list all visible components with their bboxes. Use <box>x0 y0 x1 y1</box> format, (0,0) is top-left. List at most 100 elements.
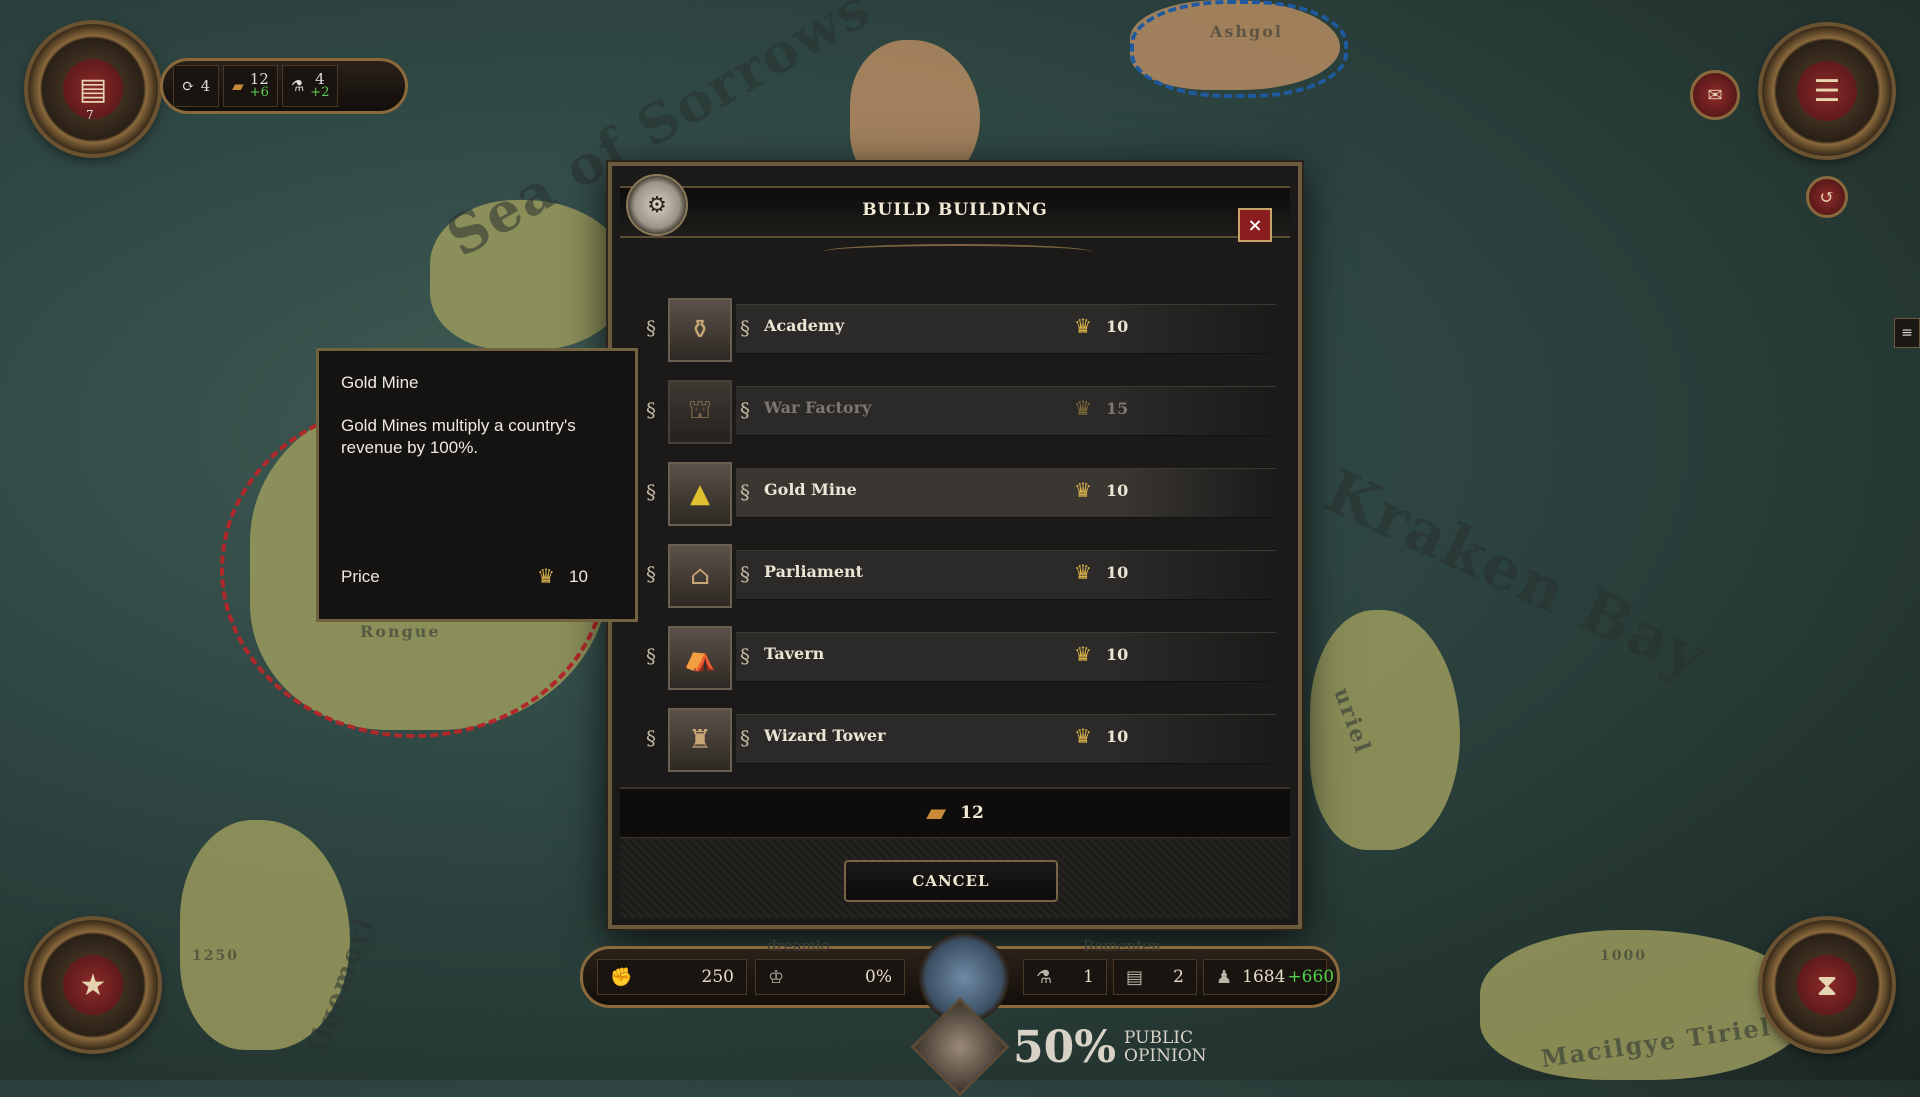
map-label-ashgol: Ashgol <box>1210 22 1283 41</box>
building-name: War Factory <box>764 398 872 417</box>
objectives-button[interactable]: ★ <box>28 920 158 1050</box>
tax-value: 0% <box>865 967 892 987</box>
potion-stat[interactable]: ⚗ 1 <box>1023 959 1107 995</box>
army-value: 250 <box>701 967 734 987</box>
cards-count: 7 <box>86 108 94 122</box>
potion-icon: ⚗ <box>1036 966 1053 988</box>
building-price: 15 <box>1106 399 1129 418</box>
chain-icon: § <box>646 726 656 750</box>
building-name: Gold Mine <box>764 480 857 499</box>
potion-value: 1 <box>1083 967 1094 987</box>
hud-right-label: Romenten <box>1083 937 1161 955</box>
public-opinion-label-1: PUBLIC <box>1124 1028 1194 1048</box>
chain-icon: § <box>740 562 750 586</box>
tavern-icon: ⛺ <box>668 626 732 690</box>
army-stat[interactable]: ✊ 250 <box>597 959 747 995</box>
potion-value: 4 <box>315 70 325 88</box>
cards-stat[interactable]: ▤ 2 <box>1113 959 1197 995</box>
treasury-amount: 12 <box>960 803 984 823</box>
tooltip-price-label: Price <box>341 567 380 586</box>
tooltip-description: Gold Mines multiply a country's revenue … <box>341 416 576 457</box>
tooltip-title: Gold Mine <box>341 373 419 392</box>
treasure-chest-icon: ▰ <box>926 798 947 828</box>
chain-icon: § <box>646 562 656 586</box>
gold-coins-icon: ♛ <box>1074 314 1092 338</box>
menu-scroll-icon: ☰ <box>1797 61 1857 121</box>
turn-counter: ⟳ 4 <box>173 65 220 107</box>
map-land-east <box>1310 610 1460 850</box>
side-list-tab[interactable]: ≡ <box>1894 318 1920 348</box>
building-price: 10 <box>1106 727 1129 746</box>
building-price: 10 <box>1106 317 1129 336</box>
list-icon: ≡ <box>1901 325 1913 341</box>
building-row-tavern[interactable]: § ⛺ § Tavern ♛ 10 <box>640 618 1280 700</box>
gold-coins-icon: ♛ <box>1074 560 1092 584</box>
tooltip-price: 10 <box>569 567 588 586</box>
dialog-title: BUILD BUILDING <box>862 200 1048 220</box>
dialog-footer: CANCEL <box>620 838 1290 918</box>
wizard-tower-icon: ♜ <box>668 708 732 772</box>
building-row-wizard-tower[interactable]: § ♜ § Wizard Tower ♛ 10 <box>640 700 1280 782</box>
chain-icon: § <box>740 480 750 504</box>
map-label-1000: 1000 <box>1600 948 1647 964</box>
cards-icon: ▤ <box>1126 966 1144 988</box>
cards-value: 2 <box>1173 967 1184 987</box>
building-row-parliament[interactable]: § ⌂ § Parliament ♛ 10 <box>640 536 1280 618</box>
chain-icon: § <box>740 316 750 340</box>
factory-icon: ⚙ <box>626 174 688 236</box>
cancel-button[interactable]: CANCEL <box>844 860 1058 902</box>
chain-icon: § <box>646 398 656 422</box>
end-turn-button[interactable]: ⧗ <box>1762 920 1892 1050</box>
chain-icon: § <box>646 644 656 668</box>
advisor-portrait <box>910 997 1010 1097</box>
header-ornament <box>822 244 1092 260</box>
fist-icon: ✊ <box>610 966 633 988</box>
building-row-academy[interactable]: § ⚱ § Academy ♛ 10 <box>640 290 1280 372</box>
mail-button[interactable]: ✉ <box>1690 70 1740 120</box>
refresh-icon: ⟳ <box>182 77 195 95</box>
building-name: Wizard Tower <box>764 726 886 745</box>
population-stat[interactable]: ♟ 1684 +660 <box>1203 959 1334 995</box>
population-change: +660 <box>1287 967 1335 987</box>
gold-value: 12 <box>249 70 269 88</box>
gold-counter: ▰ 12 +6 <box>223 65 278 107</box>
treasury-display: ▰ 12 <box>620 787 1290 839</box>
academy-icon: ⚱ <box>668 298 732 362</box>
dialog-header: BUILD BUILDING × <box>620 186 1290 242</box>
turn-value: 4 <box>200 77 211 95</box>
chain-icon: § <box>646 316 656 340</box>
gold-mine-icon: ▲ <box>668 462 732 526</box>
chest-icon: ▰ <box>232 77 244 95</box>
star-icon: ★ <box>63 955 123 1015</box>
chain-icon: § <box>646 480 656 504</box>
gold-coins-icon: ♛ <box>1074 478 1092 502</box>
chain-icon: § <box>740 398 750 422</box>
main-menu-button[interactable]: ☰ <box>1762 26 1892 156</box>
building-list: § ⚱ § Academy ♛ 10 § ⛫ § War Factory ♛ 1… <box>640 290 1280 782</box>
undo-button[interactable]: ↺ <box>1806 176 1848 218</box>
building-price: 10 <box>1106 645 1129 664</box>
chain-icon: § <box>740 644 750 668</box>
building-name: Academy <box>764 316 845 335</box>
chain-icon: § <box>740 726 750 750</box>
cards-menu-button[interactable]: ▤ 7 <box>28 24 158 154</box>
close-button[interactable]: × <box>1238 208 1272 242</box>
building-row-gold-mine[interactable]: § ▲ § Gold Mine ♛ 10 <box>640 454 1280 536</box>
undo-icon: ↺ <box>1819 186 1835 208</box>
map-label-1250: 1250 <box>192 948 239 964</box>
gold-coins-icon: ♛ <box>1074 724 1092 748</box>
war-factory-icon: ⛫ <box>668 380 732 444</box>
gold-coins-icon: ♛ <box>537 566 555 588</box>
public-opinion-label-2: OPINION <box>1124 1046 1207 1066</box>
map-label-rongue: Rongue <box>360 622 441 641</box>
gold-coins-icon: ♛ <box>1074 396 1092 420</box>
building-price: 10 <box>1106 563 1129 582</box>
hourglass-icon: ⧗ <box>1797 955 1857 1015</box>
gold-coins-icon: ♛ <box>1074 642 1092 666</box>
tax-stat[interactable]: ♔ 0% <box>755 959 905 995</box>
building-name: Tavern <box>764 644 825 663</box>
building-row-war-factory[interactable]: § ⛫ § War Factory ♛ 15 <box>640 372 1280 454</box>
public-opinion-percent: 50% <box>1013 1021 1117 1073</box>
public-opinion: 50% PUBLIC OPINION <box>910 997 1207 1097</box>
potion-change: +2 <box>310 85 330 100</box>
